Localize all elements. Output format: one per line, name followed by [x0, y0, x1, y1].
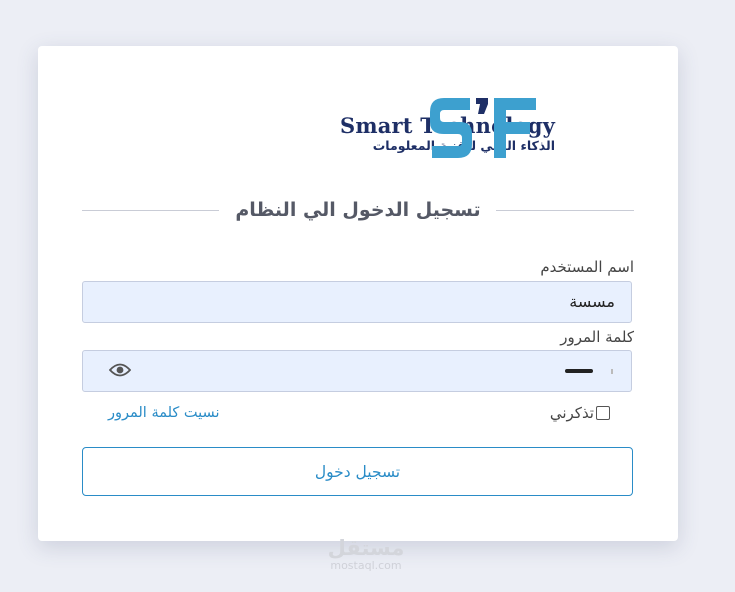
username-label: اسم المستخدم: [540, 258, 634, 276]
username-value: مسسة: [569, 292, 616, 311]
remember-me[interactable]: تذكرني: [550, 404, 610, 422]
login-title: تسجيل الدخول الي النظام: [235, 199, 481, 221]
watermark-en: mostaql.com: [330, 559, 402, 572]
login-card: Smart Technology الذكاء الفني لتقنية الم…: [38, 46, 678, 541]
remember-label: تذكرني: [549, 404, 594, 422]
watermark-ar: مستقل: [327, 536, 405, 560]
login-title-row: تسجيل الدخول الي النظام: [82, 195, 634, 225]
login-button[interactable]: تسجيل دخول: [82, 447, 633, 496]
watermark: مستقل mostaql.com: [306, 536, 426, 572]
forgot-password-link[interactable]: نسيت كلمة المرور: [108, 405, 220, 421]
sf-logo-mark: [430, 98, 536, 158]
password-field[interactable]: [82, 350, 632, 392]
password-mask: [565, 369, 593, 373]
password-label: كلمة المرور: [560, 328, 634, 346]
username-field[interactable]: مسسة: [82, 281, 632, 323]
text-cursor: [611, 369, 613, 374]
eye-icon[interactable]: [108, 362, 132, 382]
remember-checkbox[interactable]: [596, 406, 610, 420]
